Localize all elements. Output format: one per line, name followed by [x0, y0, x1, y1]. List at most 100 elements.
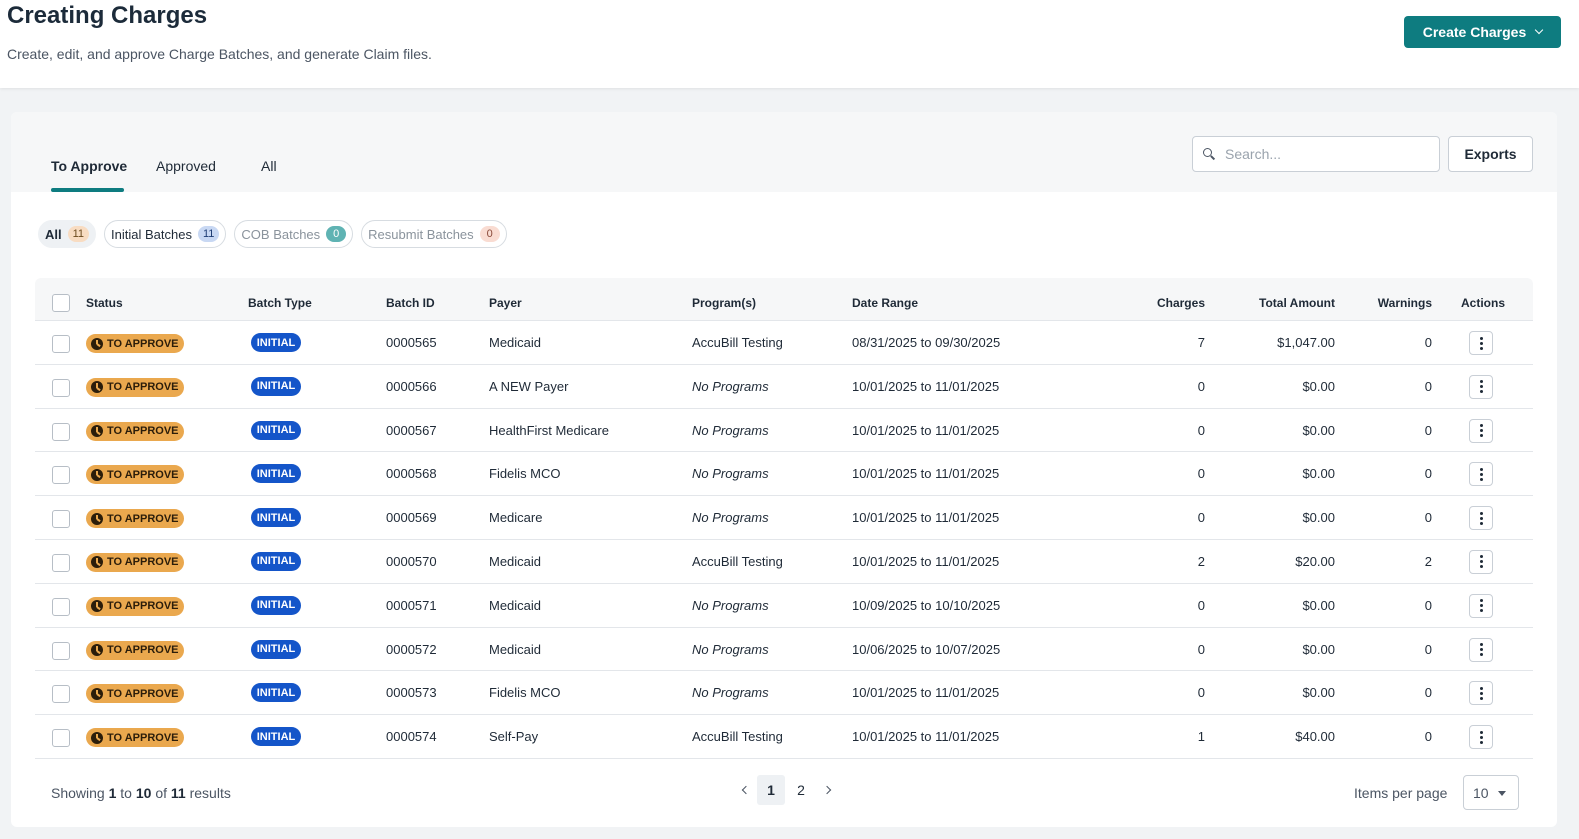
table-row[interactable]: TO APPROVE INITIAL 0000571 Medicaid No Progr… — [35, 584, 1533, 628]
clock-icon — [91, 600, 103, 613]
card-toolbar: To Approve Approved All Exports — [11, 112, 1557, 192]
status-badge: TO APPROVE — [86, 509, 184, 529]
warnings-count: 0 — [1424, 378, 1432, 394]
more-vertical-icon — [1479, 735, 1483, 739]
row-actions-button[interactable] — [1469, 462, 1493, 487]
next-page-button[interactable] — [817, 775, 839, 805]
search-box[interactable] — [1192, 136, 1440, 172]
batch-type-badge: INITIAL — [251, 333, 301, 352]
exports-button[interactable]: Exports — [1448, 136, 1533, 172]
payer: Medicaid — [489, 641, 542, 657]
chevron-down-icon — [1535, 25, 1544, 35]
batch-id: 0000571 — [386, 597, 437, 613]
row-checkbox[interactable] — [52, 335, 70, 353]
programs: AccuBill Testing — [692, 553, 783, 569]
row-checkbox[interactable] — [52, 685, 70, 704]
col-batch-id[interactable]: Batch ID — [386, 296, 435, 310]
row-actions-button[interactable] — [1469, 637, 1493, 662]
row-actions-button[interactable] — [1469, 681, 1493, 706]
page-1-button[interactable]: 1 — [757, 775, 785, 805]
programs: No Programs — [692, 597, 769, 613]
col-total-amount[interactable]: Total Amount — [1259, 296, 1335, 310]
col-warnings[interactable]: Warnings — [1378, 296, 1432, 310]
filter-all[interactable]: All 11 — [38, 220, 97, 248]
status-label: TO APPROVE — [107, 644, 179, 657]
total-amount: $0.00 — [1302, 597, 1335, 613]
filter-count-badge: 11 — [67, 226, 90, 242]
status-badge: TO APPROVE — [86, 334, 184, 353]
results-word: results — [189, 785, 231, 801]
col-programs[interactable]: Program(s) — [692, 296, 756, 310]
row-actions-button[interactable] — [1469, 593, 1493, 618]
items-per-page-value: 10 — [1473, 784, 1489, 801]
tab-to-approve[interactable]: To Approve — [51, 158, 127, 174]
col-batch-type[interactable]: Batch Type — [248, 296, 312, 310]
total-amount: $0.00 — [1302, 685, 1335, 701]
filter-label: Resubmit Batches — [368, 226, 474, 242]
batch-id: 0000573 — [386, 685, 437, 701]
warnings-count: 0 — [1424, 729, 1432, 745]
search-input[interactable] — [1225, 146, 1425, 162]
row-checkbox[interactable] — [52, 729, 70, 748]
row-actions-button[interactable] — [1469, 549, 1493, 574]
items-per-page-select[interactable]: 10 — [1463, 775, 1519, 810]
row-actions-button[interactable] — [1469, 418, 1493, 443]
filter-initial-batches[interactable]: Initial Batches 11 — [104, 220, 227, 248]
table-row[interactable]: TO APPROVE INITIAL 0000569 Medicare No Progr… — [35, 496, 1533, 540]
batches-card: To Approve Approved All Exports All11Ini… — [11, 112, 1557, 827]
col-date-range[interactable]: Date Range — [852, 296, 918, 310]
row-actions-button[interactable] — [1469, 331, 1493, 355]
filter-count-badge: 11 — [197, 226, 220, 242]
date-range: 10/01/2025 to 11/01/2025 — [852, 729, 1000, 745]
page-header: Creating Charges Create, edit, and appro… — [0, 0, 1579, 88]
table-row[interactable]: TO APPROVE INITIAL 0000566 A NEW Payer No Pr… — [35, 365, 1533, 409]
status-label: TO APPROVE — [107, 556, 179, 569]
more-vertical-icon — [1479, 604, 1483, 608]
prev-page-button[interactable] — [733, 775, 755, 805]
programs: No Programs — [692, 422, 769, 438]
col-charges[interactable]: Charges — [1157, 296, 1205, 310]
range-from: 1 — [108, 785, 117, 801]
total-results: 11 — [170, 785, 186, 801]
row-checkbox[interactable] — [52, 378, 70, 397]
row-checkbox[interactable] — [52, 422, 70, 441]
batch-id: 0000567 — [386, 422, 437, 438]
table-row[interactable]: TO APPROVE INITIAL 0000570 Medicaid AccuBill… — [35, 540, 1533, 584]
filter-resubmit-batches[interactable]: Resubmit Batches 0 — [361, 220, 507, 248]
payer: Medicaid — [489, 597, 542, 613]
filter-cob-batches[interactable]: COB Batches 0 — [234, 220, 354, 248]
table-row[interactable]: TO APPROVE INITIAL 0000574 Self-Pay AccuBill… — [35, 715, 1533, 759]
batch-id: 0000574 — [386, 729, 437, 745]
table-row[interactable]: TO APPROVE INITIAL 0000568 Fidelis MCO No Pr… — [35, 452, 1533, 497]
row-checkbox[interactable] — [52, 553, 70, 572]
select-all-checkbox[interactable] — [52, 294, 70, 312]
row-actions-button[interactable] — [1469, 506, 1493, 531]
row-checkbox[interactable] — [52, 597, 70, 616]
more-vertical-icon — [1479, 691, 1483, 695]
page-2-button[interactable]: 2 — [787, 775, 815, 805]
row-actions-button[interactable] — [1469, 374, 1493, 399]
col-payer[interactable]: Payer — [489, 296, 522, 310]
more-vertical-icon — [1479, 472, 1483, 476]
more-vertical-icon — [1479, 385, 1483, 389]
row-actions-button[interactable] — [1469, 725, 1493, 750]
payer: HealthFirst Medicare — [489, 422, 609, 438]
tab-all[interactable]: All — [261, 158, 277, 174]
row-checkbox[interactable] — [52, 466, 70, 485]
table-row[interactable]: TO APPROVE INITIAL 0000573 Fidelis MCO No Pr… — [35, 671, 1533, 716]
date-range: 10/01/2025 to 11/01/2025 — [852, 510, 1000, 526]
create-charges-button[interactable]: Create Charges — [1404, 16, 1561, 48]
row-checkbox[interactable] — [52, 510, 70, 529]
clock-icon — [91, 556, 103, 569]
table-row[interactable]: TO APPROVE INITIAL 0000567 HealthFirst Medi… — [35, 409, 1533, 453]
col-status[interactable]: Status — [86, 296, 123, 310]
table-row[interactable]: TO APPROVE INITIAL 0000565 Medicaid AccuBill… — [35, 321, 1533, 365]
tab-approved[interactable]: Approved — [156, 158, 216, 174]
row-checkbox[interactable] — [52, 641, 70, 660]
clock-icon — [91, 381, 103, 394]
charges-count: 0 — [1197, 466, 1205, 482]
programs: No Programs — [692, 378, 769, 394]
batch-type-badge: INITIAL — [251, 420, 301, 440]
table-row[interactable]: TO APPROVE INITIAL 0000572 Medicaid No Progr… — [35, 628, 1533, 672]
charges-count: 0 — [1197, 378, 1205, 394]
